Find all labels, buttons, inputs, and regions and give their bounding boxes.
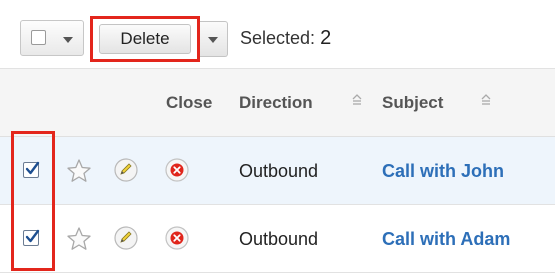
delete-button[interactable]: Delete — [99, 24, 191, 54]
checkmark-icon — [25, 161, 40, 175]
row-subject-link[interactable]: Call with John — [382, 161, 504, 182]
column-header-close: Close — [166, 93, 213, 112]
sort-icon[interactable] — [352, 94, 362, 108]
chevron-down-icon[interactable] — [63, 37, 73, 43]
list-toolbar: Delete Selected: 2 — [0, 0, 555, 69]
row-subject-link[interactable]: Call with Adam — [382, 229, 510, 250]
selected-count: 2 — [320, 27, 332, 49]
checkmark-icon — [25, 229, 40, 243]
row-direction: Outbound — [239, 161, 319, 181]
chevron-down-icon — [208, 37, 218, 43]
star-icon[interactable] — [66, 226, 92, 252]
delete-highlight-frame: Delete — [90, 16, 200, 62]
column-header-subject[interactable]: Subject — [382, 93, 443, 113]
close-icon[interactable] — [164, 225, 190, 251]
select-all-checkbox[interactable] — [31, 30, 46, 45]
row-checkbox[interactable] — [23, 161, 40, 178]
star-icon[interactable] — [66, 158, 92, 184]
selected-label: Selected: — [240, 28, 316, 48]
table-row: Outbound Call with Adam — [0, 205, 555, 273]
pencil-icon[interactable] — [113, 225, 139, 251]
actions-dropdown-button[interactable] — [200, 21, 228, 57]
pencil-icon[interactable] — [113, 157, 139, 183]
row-checkbox[interactable] — [23, 229, 40, 246]
selected-count-label: Selected: 2 — [240, 27, 331, 50]
select-all-dropdown[interactable] — [20, 20, 84, 56]
close-icon[interactable] — [164, 157, 190, 183]
column-header-direction[interactable]: Direction — [239, 93, 313, 113]
sort-icon[interactable] — [481, 94, 491, 108]
table-header: Close Direction Subject — [0, 69, 555, 137]
row-direction: Outbound — [239, 229, 319, 249]
table-row: Outbound Call with John — [0, 137, 555, 205]
